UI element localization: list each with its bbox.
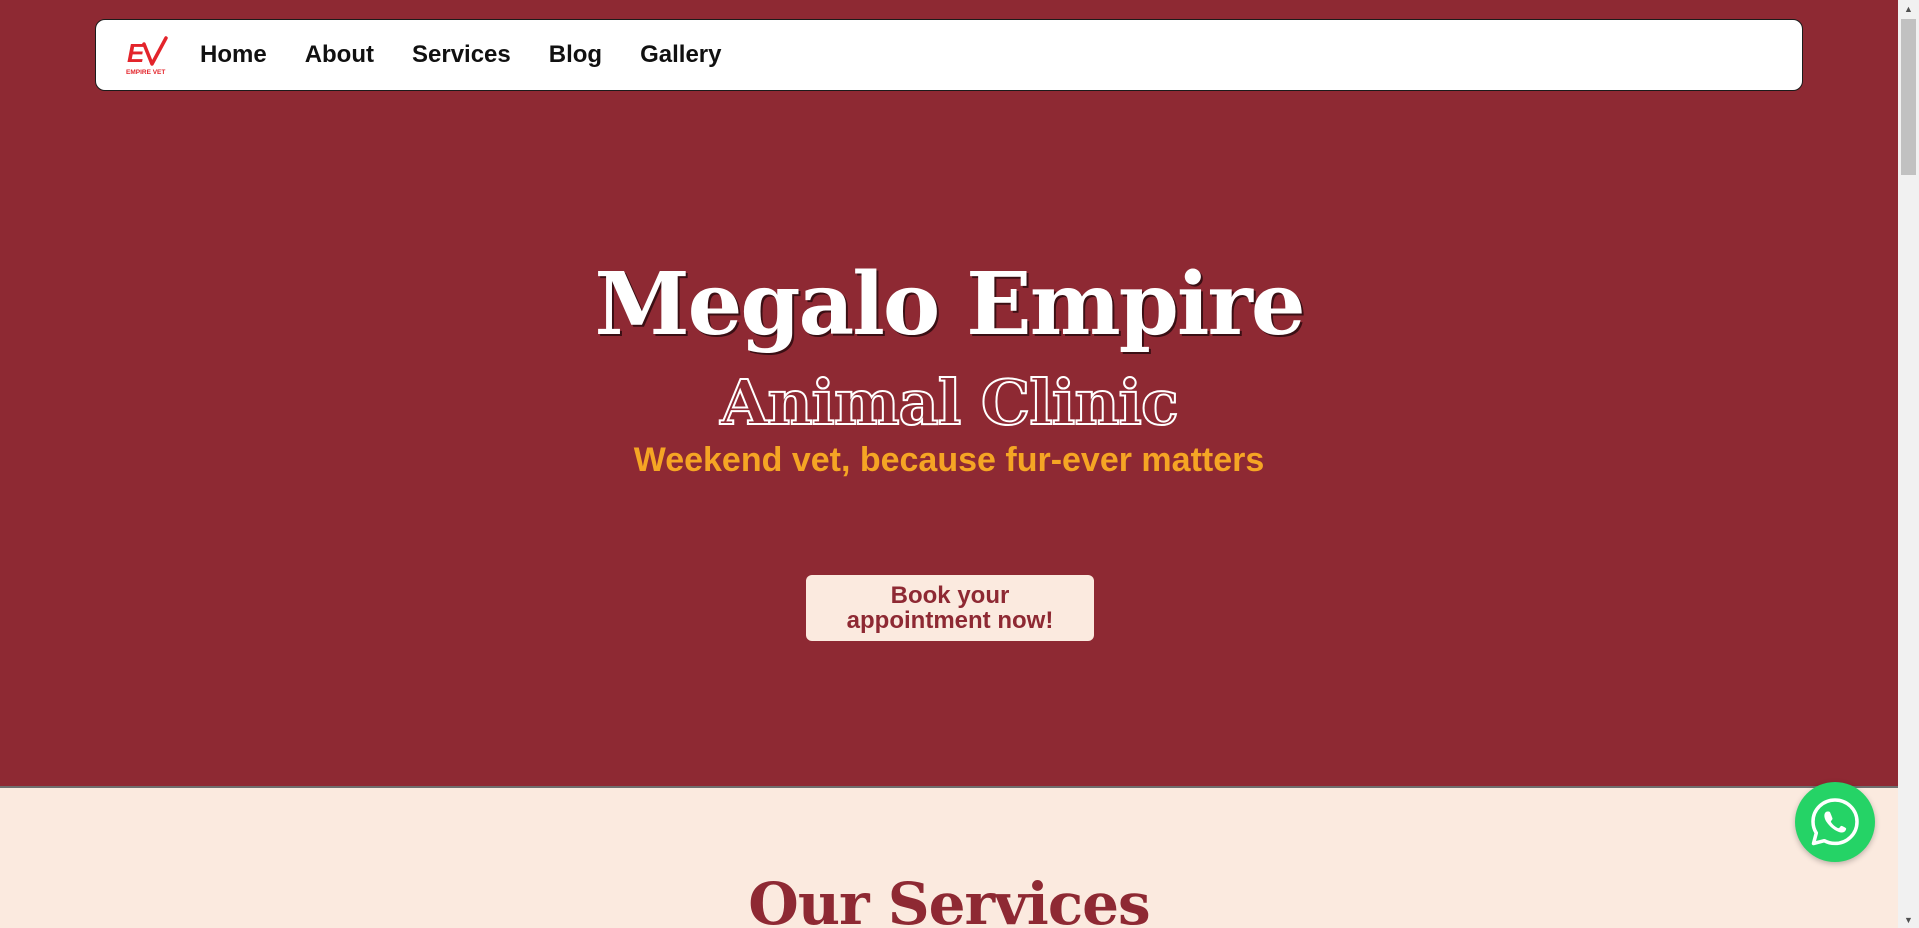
- navbar: E EMPIRE VET Home About Services Blog Ga…: [95, 19, 1803, 91]
- nav-services-link[interactable]: Services: [412, 41, 511, 69]
- page: E EMPIRE VET Home About Services Blog Ga…: [0, 0, 1898, 928]
- section-divider: [0, 786, 1898, 788]
- services-heading: Our Services: [748, 870, 1150, 928]
- hero-title: Megalo Empire: [594, 254, 1305, 355]
- whatsapp-chat-button[interactable]: [1795, 782, 1875, 862]
- nav-gallery-link[interactable]: Gallery: [640, 41, 721, 69]
- scroll-down-arrow-icon[interactable]: ▼: [1898, 911, 1919, 928]
- nav-about-link[interactable]: About: [305, 41, 374, 69]
- nav-blog-link[interactable]: Blog: [549, 41, 602, 69]
- svg-text:EMPIRE VET: EMPIRE VET: [126, 69, 165, 76]
- scrollbar-thumb[interactable]: [1901, 19, 1916, 175]
- scroll-up-arrow-icon[interactable]: ▲: [1898, 0, 1919, 17]
- nav-home-link[interactable]: Home: [200, 41, 267, 69]
- svg-text:E: E: [127, 38, 145, 68]
- vertical-scrollbar[interactable]: ▲ ▼: [1898, 0, 1919, 928]
- nav-links: Home About Services Blog Gallery: [200, 20, 721, 90]
- hero-subtitle: Animal Clinic: [719, 366, 1179, 439]
- whatsapp-icon: [1811, 798, 1859, 846]
- hero-tagline: Weekend vet, because fur-ever matters: [633, 441, 1265, 479]
- book-appointment-button[interactable]: Book your appointment now!: [806, 575, 1094, 641]
- hero-section: E EMPIRE VET Home About Services Blog Ga…: [0, 0, 1898, 786]
- empire-vet-logo[interactable]: E EMPIRE VET: [126, 36, 170, 76]
